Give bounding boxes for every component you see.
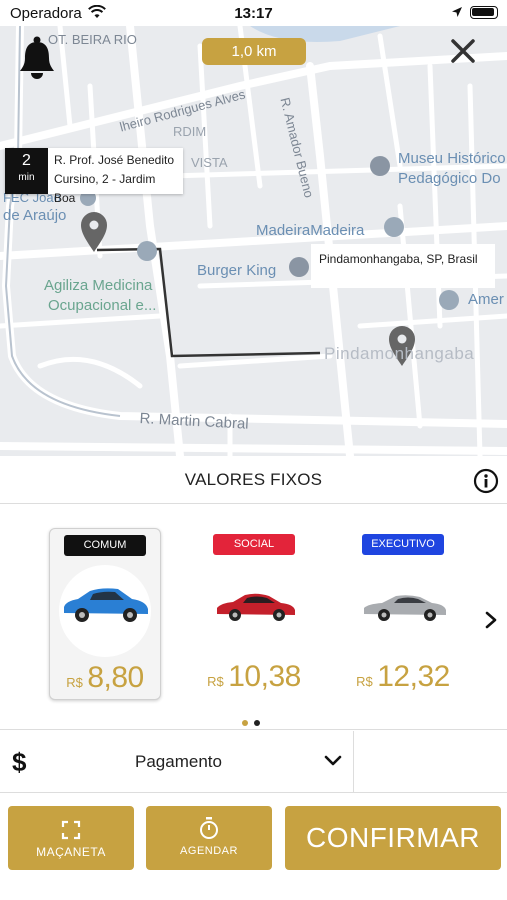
currency-label: R$ <box>66 675 83 690</box>
bell-icon[interactable] <box>18 36 56 80</box>
origin-tooltip: 2 min R. Prof. José Benedito Cursino, 2 … <box>5 148 183 205</box>
price-value: 10,38 <box>228 660 301 693</box>
town-label: Pindamonhangaba <box>324 344 475 363</box>
destination-tooltip: Pindamonhangaba, SP, Brasil <box>311 244 495 288</box>
car-icon <box>217 593 295 621</box>
eta-value: 2 <box>22 152 31 169</box>
carousel-pagination <box>242 713 266 731</box>
poi-agiliza-label[interactable]: Ocupacional e... <box>48 296 156 316</box>
chevron-down-icon <box>324 755 342 766</box>
poi-burger-king-label[interactable]: Burger King <box>197 262 276 279</box>
price: R$ 12,32 <box>348 660 458 694</box>
eta-unit: min <box>18 172 35 183</box>
poi-museum-label[interactable]: Museu Histórico <box>398 150 506 167</box>
price: R$ 10,38 <box>199 660 309 694</box>
category-badge: COMUM <box>64 535 146 556</box>
price-value: 12,32 <box>377 660 450 693</box>
car-option-executivo[interactable]: EXECUTIVO R$ 12,32 <box>348 528 460 700</box>
page-dot <box>254 720 260 726</box>
payment-row: $ Pagamento <box>0 731 507 793</box>
payment-method-select[interactable]: $ Pagamento <box>0 731 354 793</box>
car-icon <box>64 588 148 622</box>
schedule-button[interactable]: AGENDAR <box>146 806 272 870</box>
close-icon[interactable] <box>448 36 478 66</box>
category-badge: SOCIAL <box>213 534 295 555</box>
handle-button[interactable]: MAÇANETA <box>8 806 134 870</box>
car-options-carousel[interactable]: COMUM R$ 8,80 SOCIAL R$ 10,38 EXECUTIVO <box>0 504 507 730</box>
map-streets <box>0 26 507 456</box>
poi-agiliza-label[interactable]: Agiliza Medicina <box>44 276 152 296</box>
origin-address-line2: Cursino, 2 - Jardim Boa <box>53 172 156 205</box>
poi-madeiramadeira-label[interactable]: MadeiraMadeira <box>256 222 364 239</box>
schedule-button-label: AGENDAR <box>180 845 238 857</box>
info-icon[interactable] <box>473 468 499 494</box>
price-value: 8,80 <box>87 661 144 694</box>
expand-frame-icon <box>61 820 81 840</box>
status-bar: Operadora 13:17 <box>0 0 507 26</box>
eta-box: 2 min <box>5 148 48 194</box>
confirm-button-label: CONFIRMAR <box>305 822 481 853</box>
payment-label: Pagamento <box>135 752 222 771</box>
neighborhood-label: RDIM <box>173 124 207 139</box>
street-label: OT. BEIRA RIO <box>48 32 137 47</box>
page-dot-active <box>242 720 248 726</box>
location-arrow-icon <box>452 7 462 17</box>
car-icon <box>364 595 446 621</box>
stopwatch-icon <box>200 817 218 839</box>
poi-label[interactable]: Amer <box>468 291 504 308</box>
neighborhood-label: VISTA <box>191 155 228 170</box>
origin-address: R. Prof. José Benedito Cursino, 2 - Jard… <box>48 148 183 205</box>
poi-label: de Araújo <box>3 207 67 224</box>
handle-button-label: MAÇANETA <box>36 845 106 859</box>
fixed-values-title: VALORES FIXOS <box>184 470 323 489</box>
dollar-icon: $ <box>12 747 27 777</box>
chevron-right-icon[interactable] <box>481 608 501 632</box>
price: R$ 8,80 <box>50 661 160 695</box>
confirm-button[interactable]: CONFIRMAR <box>285 806 501 870</box>
route-map[interactable]: OT. BEIRA RIO lheiro Rodrigues Alves R. … <box>0 26 507 456</box>
category-badge: EXECUTIVO <box>362 534 444 555</box>
fixed-values-header: VALORES FIXOS <box>0 456 507 504</box>
poi-museum-label[interactable]: Pedagógico Do <box>398 170 501 187</box>
distance-badge: 1,0 km <box>202 38 306 65</box>
battery-icon <box>470 6 498 19</box>
clock: 13:17 <box>234 5 273 22</box>
currency-label: R$ <box>356 674 373 689</box>
car-option-comum[interactable]: COMUM R$ 8,80 <box>49 528 161 700</box>
car-option-social[interactable]: SOCIAL R$ 10,38 <box>199 528 311 700</box>
currency-label: R$ <box>207 674 224 689</box>
origin-address-line1: R. Prof. José Benedito <box>53 153 175 167</box>
